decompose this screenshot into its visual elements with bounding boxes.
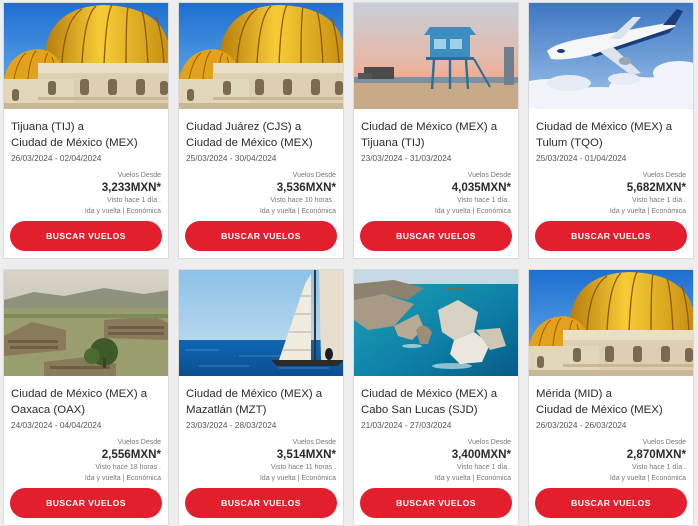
destination-card[interactable]: Ciudad Juárez (CJS) a Ciudad de México (… [178, 2, 344, 259]
route-origin: Tijuana (TIJ) a [11, 121, 85, 133]
from-label: Vuelos Desde [642, 439, 686, 446]
seen-ago: Visto hace 10 horas . [270, 197, 336, 204]
route-title[interactable]: Ciudad Juárez (CJS) a Ciudad de México (… [186, 119, 341, 151]
trip-type: Ida y vuelta | Económica [84, 208, 161, 215]
route-title[interactable]: Ciudad de México (MEX) a Cabo San Lucas … [361, 386, 516, 418]
seen-ago: Visto hace 1 día . [632, 197, 686, 204]
palacio-bellas-artes-image[interactable] [179, 3, 343, 109]
route-title[interactable]: Ciudad de México (MEX) a Tijuana (TIJ) [361, 119, 516, 151]
destination-card[interactable]: Ciudad de México (MEX) a Mazatlán (MZT) … [178, 269, 344, 526]
airplane-in-sky-image[interactable] [529, 3, 693, 109]
los-cabos-arch-image[interactable] [354, 270, 518, 376]
from-label: Vuelos Desde [292, 439, 336, 446]
trip-type: Ida y vuelta | Económica [434, 475, 511, 482]
search-flights-button[interactable]: BUSCAR VUELOS [10, 221, 162, 251]
from-label: Vuelos Desde [467, 439, 511, 446]
destination-card[interactable]: Ciudad de México (MEX) a Oaxaca (OAX) 24… [3, 269, 169, 526]
route-destination: Mazatlán (MZT) [186, 404, 267, 416]
seen-ago: Visto hace 18 horas . [95, 464, 161, 471]
travel-dates: 25/03/2024 - 30/04/2024 [186, 153, 277, 163]
search-flights-button[interactable]: BUSCAR VUELOS [185, 221, 337, 251]
price: 3,536MXN* [276, 181, 336, 194]
destination-card[interactable]: Tijuana (TIJ) a Ciudad de México (MEX) 2… [3, 2, 169, 259]
seen-ago: Visto hace 1 día . [632, 464, 686, 471]
search-flights-button[interactable]: BUSCAR VUELOS [535, 488, 687, 518]
price: 4,035MXN* [451, 181, 511, 194]
seen-ago: Visto hace 1 día . [107, 197, 161, 204]
travel-dates: 24/03/2024 - 04/04/2024 [11, 420, 102, 430]
route-destination: Oaxaca (OAX) [11, 404, 86, 416]
trip-type: Ida y vuelta | Económica [434, 208, 511, 215]
price: 2,870MXN* [626, 448, 686, 461]
travel-dates: 25/03/2024 - 01/04/2024 [536, 153, 627, 163]
price-block: Vuelos Desde 3,233MXN* Visto hace 1 día … [85, 171, 161, 217]
from-label: Vuelos Desde [642, 172, 686, 179]
travel-dates: 23/03/2024 - 28/03/2024 [186, 420, 277, 430]
palacio-bellas-artes-image[interactable] [4, 3, 168, 109]
route-destination: Tulum (TQO) [536, 137, 603, 149]
seen-ago: Visto hace 1 día . [457, 197, 511, 204]
price: 2,556MXN* [101, 448, 161, 461]
route-origin: Ciudad Juárez (CJS) a [186, 121, 302, 133]
sailboat-ocean-image[interactable] [179, 270, 343, 376]
trip-type: Ida y vuelta | Económica [259, 208, 336, 215]
price: 3,514MXN* [276, 448, 336, 461]
search-flights-button[interactable]: BUSCAR VUELOS [360, 221, 512, 251]
palacio-bellas-artes-image[interactable] [529, 270, 693, 376]
monte-alban-ruins-image[interactable] [4, 270, 168, 376]
price-block: Vuelos Desde 2,870MXN* Visto hace 1 día … [610, 438, 686, 484]
price-block: Vuelos Desde 3,400MXN* Visto hace 1 día … [435, 438, 511, 484]
travel-dates: 26/03/2024 - 02/04/2024 [11, 153, 102, 163]
from-label: Vuelos Desde [117, 172, 161, 179]
route-origin: Ciudad de México (MEX) a [186, 388, 323, 400]
trip-type: Ida y vuelta | Económica [259, 475, 336, 482]
from-label: Vuelos Desde [117, 439, 161, 446]
price-block: Vuelos Desde 2,556MXN* Visto hace 18 hor… [85, 438, 161, 484]
price-block: Vuelos Desde 3,536MXN* Visto hace 10 hor… [260, 171, 336, 217]
route-origin: Ciudad de México (MEX) a [536, 121, 673, 133]
route-destination: Ciudad de México (MEX) [11, 137, 138, 149]
trip-type: Ida y vuelta | Económica [84, 475, 161, 482]
destination-card[interactable]: Ciudad de México (MEX) a Tulum (TQO) 25/… [528, 2, 694, 259]
route-title[interactable]: Mérida (MID) a Ciudad de México (MEX) [536, 386, 691, 418]
seen-ago: Visto hace 1 día . [457, 464, 511, 471]
from-label: Vuelos Desde [467, 172, 511, 179]
route-title[interactable]: Ciudad de México (MEX) a Mazatlán (MZT) [186, 386, 341, 418]
price-block: Vuelos Desde 4,035MXN* Visto hace 1 día … [435, 171, 511, 217]
travel-dates: 21/03/2024 - 27/03/2024 [361, 420, 452, 430]
route-origin: Ciudad de México (MEX) a [361, 388, 498, 400]
route-destination: Cabo San Lucas (SJD) [361, 404, 478, 416]
price-block: Vuelos Desde 5,682MXN* Visto hace 1 día … [610, 171, 686, 217]
destination-card[interactable]: Mérida (MID) a Ciudad de México (MEX) 26… [528, 269, 694, 526]
route-destination: Ciudad de México (MEX) [186, 137, 313, 149]
route-title[interactable]: Ciudad de México (MEX) a Oaxaca (OAX) [11, 386, 166, 418]
tijuana-lifeguard-tower-image[interactable] [354, 3, 518, 109]
destination-card[interactable]: Ciudad de México (MEX) a Cabo San Lucas … [353, 269, 519, 526]
route-origin: Ciudad de México (MEX) a [11, 388, 148, 400]
destination-grid: Tijuana (TIJ) a Ciudad de México (MEX) 2… [3, 2, 694, 526]
route-destination: Tijuana (TIJ) [361, 137, 425, 149]
trip-type: Ida y vuelta | Económica [609, 475, 686, 482]
from-label: Vuelos Desde [292, 172, 336, 179]
route-title[interactable]: Tijuana (TIJ) a Ciudad de México (MEX) [11, 119, 166, 151]
trip-type: Ida y vuelta | Económica [609, 208, 686, 215]
route-destination: Ciudad de México (MEX) [536, 404, 663, 416]
search-flights-button[interactable]: BUSCAR VUELOS [185, 488, 337, 518]
price: 3,233MXN* [101, 181, 161, 194]
price-block: Vuelos Desde 3,514MXN* Visto hace 11 hor… [260, 438, 336, 484]
search-flights-button[interactable]: BUSCAR VUELOS [360, 488, 512, 518]
search-flights-button[interactable]: BUSCAR VUELOS [535, 221, 687, 251]
travel-dates: 23/03/2024 - 31/03/2024 [361, 153, 452, 163]
destination-card[interactable]: Ciudad de México (MEX) a Tijuana (TIJ) 2… [353, 2, 519, 259]
travel-dates: 26/03/2024 - 26/03/2024 [536, 420, 627, 430]
price: 3,400MXN* [451, 448, 511, 461]
search-flights-button[interactable]: BUSCAR VUELOS [10, 488, 162, 518]
price: 5,682MXN* [626, 181, 686, 194]
route-origin: Ciudad de México (MEX) a [361, 121, 498, 133]
route-origin: Mérida (MID) a [536, 388, 612, 400]
route-title[interactable]: Ciudad de México (MEX) a Tulum (TQO) [536, 119, 691, 151]
seen-ago: Visto hace 11 horas . [270, 464, 336, 471]
